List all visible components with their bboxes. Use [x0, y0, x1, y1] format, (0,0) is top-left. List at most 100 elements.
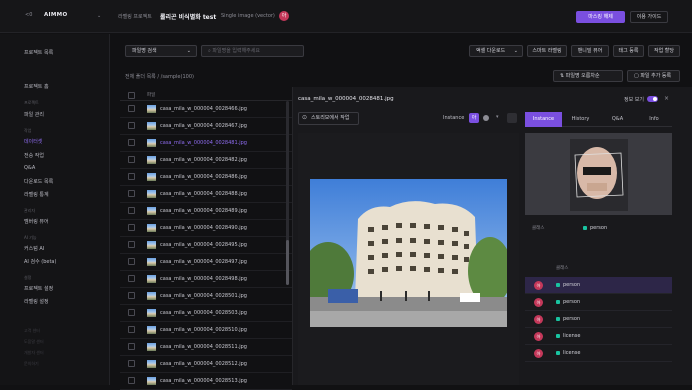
guide-button[interactable]: 이용 가이드 [630, 11, 668, 23]
folder-path[interactable]: 전체 폴더 목록 / /sample(100) [125, 73, 194, 80]
scene-image[interactable] [310, 179, 507, 327]
sidebar-item-tasks[interactable]: 전승 작업 [24, 152, 44, 159]
search-input[interactable]: ⌕ 파일명을 입력해주세요 [201, 45, 304, 57]
row-checkbox[interactable] [128, 360, 135, 367]
file-name[interactable]: casa_mila_w_000004_0028501.jpg [160, 293, 247, 299]
sidebar-item-custom-ai[interactable]: 커스텀 AI [24, 245, 44, 252]
row-checkbox[interactable] [128, 173, 135, 180]
scrollbar-thumb[interactable] [286, 240, 289, 285]
table-row[interactable]: casa_mila_w_000004_0028495.jpg [120, 237, 292, 254]
table-row[interactable]: casa_mila_w_000004_0028512.jpg [120, 356, 292, 373]
sidebar-item-ai-review[interactable]: AI 검수 (beta) [24, 258, 56, 265]
table-row[interactable]: casa_mila_w_000004_0028490.jpg [120, 220, 292, 237]
sidebar-item-qna[interactable]: Q&A [24, 165, 35, 171]
table-row[interactable]: casa_mila_w_000004_0028481.jpg [120, 135, 292, 152]
table-row[interactable]: casa_mila_w_000004_0028486.jpg [120, 169, 292, 186]
file-name[interactable]: casa_mila_w_000004_0028511.jpg [160, 344, 247, 350]
file-name[interactable]: casa_mila_w_000004_0028467.jpg [160, 123, 247, 129]
tab-qna[interactable]: Q&A [599, 112, 636, 127]
table-row[interactable]: casa_mila_w_000004_0028498.jpg [120, 271, 292, 288]
instance-mode-icon[interactable]: 아 [469, 113, 479, 123]
row-checkbox[interactable] [128, 309, 135, 316]
tab-history[interactable]: History [562, 112, 599, 127]
sidebar-item-support[interactable]: 고객 센터 [24, 328, 40, 334]
row-checkbox[interactable] [128, 156, 135, 163]
table-row[interactable]: casa_mila_w_000004_0028467.jpg [120, 118, 292, 135]
file-name[interactable]: casa_mila_w_000004_0028510.jpg [160, 327, 247, 333]
sidebar-item-help[interactable]: 도움말 센터 [24, 339, 44, 345]
search-mode-select[interactable]: 파일명 검색 ⌄ [125, 45, 197, 57]
excel-download-select[interactable]: 액셀 다운로드 ⌄ [469, 45, 523, 57]
row-checkbox[interactable] [128, 343, 135, 350]
sidebar-item-project-settings[interactable]: 프로젝트 설정 [24, 285, 53, 292]
row-checkbox[interactable] [128, 275, 135, 282]
row-checkbox[interactable] [128, 207, 135, 214]
row-checkbox[interactable] [128, 241, 135, 248]
sidebar-item-stats[interactable]: 라벨링 통계 [24, 191, 49, 198]
table-row[interactable]: casa_mila_w_000004_0028489.jpg [120, 203, 292, 220]
story-mode-button[interactable]: 스토리모에서 작업 [298, 112, 359, 125]
row-checkbox[interactable] [128, 377, 135, 384]
sidebar-item-project-list[interactable]: 프로젝트 목록 [24, 49, 53, 56]
chevron-down-icon[interactable]: ▾ [496, 114, 499, 120]
row-checkbox[interactable] [128, 224, 135, 231]
sidebar-item-project-home[interactable]: 프로젝트 홈 [24, 83, 49, 90]
file-name[interactable]: casa_mila_w_000004_0028513.jpg [160, 378, 247, 384]
table-row[interactable]: casa_mila_w_000004_0028503.jpg [120, 305, 292, 322]
row-checkbox[interactable] [128, 190, 135, 197]
sort-select[interactable]: ⇅ 파일명 오름차순 [553, 70, 623, 82]
file-name[interactable]: casa_mila_w_000004_0028498.jpg [160, 276, 247, 282]
chevron-down-icon[interactable]: ⌄ [97, 13, 101, 19]
list-item[interactable]: 아 license [525, 345, 672, 362]
table-row[interactable]: casa_mila_w_000004_0028482.jpg [120, 152, 292, 169]
list-item[interactable]: 아 person [525, 277, 672, 294]
sidebar-item-files[interactable]: 파일 관리 [24, 111, 44, 118]
sidebar-item-dataset[interactable]: 데이터셋 [24, 138, 42, 145]
file-name[interactable]: casa_mila_w_000004_0028481.jpg [160, 140, 247, 146]
tab-instance[interactable]: Instance [525, 112, 562, 127]
table-row[interactable]: casa_mila_w_000004_0028488.jpg [120, 186, 292, 203]
row-checkbox[interactable] [128, 258, 135, 265]
assign-task-button[interactable]: 작업 할당 [648, 45, 680, 57]
sidebar-item-labeling-settings[interactable]: 라벨링 설정 [24, 298, 49, 305]
row-checkbox[interactable] [128, 122, 135, 129]
table-row[interactable]: casa_mila_w_000004_0028466.jpg [120, 101, 292, 118]
close-icon[interactable]: × [664, 95, 669, 102]
row-checkbox[interactable] [128, 292, 135, 299]
table-row[interactable]: casa_mila_w_000004_0028501.jpg [120, 288, 292, 305]
info-toggle[interactable] [647, 96, 658, 102]
file-name[interactable]: casa_mila_w_000004_0028490.jpg [160, 225, 247, 231]
table-row[interactable]: casa_mila_w_000004_0028513.jpg [120, 373, 292, 390]
list-item[interactable]: 아 license [525, 328, 672, 345]
row-checkbox[interactable] [128, 105, 135, 112]
tab-info[interactable]: Info [636, 112, 672, 127]
sidebar-item-contact[interactable]: 문의하기 [24, 361, 39, 367]
tag-register-button[interactable]: 태그 등록 [613, 45, 644, 57]
logo-icon[interactable]: <0 [25, 12, 32, 18]
row-checkbox[interactable] [128, 139, 135, 146]
select-all-checkbox[interactable] [128, 92, 135, 99]
file-name[interactable]: casa_mila_w_000004_0028466.jpg [160, 106, 247, 112]
table-row[interactable]: casa_mila_w_000004_0028511.jpg [120, 339, 292, 356]
table-row[interactable]: casa_mila_w_000004_0028510.jpg [120, 322, 292, 339]
list-item[interactable]: 아 person [525, 311, 672, 328]
list-item[interactable]: 아 person [525, 294, 672, 311]
smart-labeling-button[interactable]: 스마트 라벨링 [527, 45, 567, 57]
row-checkbox[interactable] [128, 326, 135, 333]
file-name[interactable]: casa_mila_w_000004_0028512.jpg [160, 361, 247, 367]
add-file-button[interactable]: ▢ 파일 추가 등록 [627, 70, 680, 82]
breadcrumb-section[interactable]: 라벨링 프로젝트 [118, 13, 152, 20]
sidebar-item-dev[interactable]: 개발자 센터 [24, 350, 44, 356]
table-row[interactable]: casa_mila_w_000004_0028497.jpg [120, 254, 292, 271]
sidebar-item-member-viewer[interactable]: 멤버링 뷰어 [24, 218, 49, 225]
file-name[interactable]: casa_mila_w_000004_0028489.jpg [160, 208, 247, 214]
file-name[interactable]: casa_mila_w_000004_0028497.jpg [160, 259, 247, 265]
unmask-button[interactable]: 마스킹 해제 [576, 11, 625, 23]
sidebar-item-downloads[interactable]: 다운로드 목록 [24, 178, 53, 185]
file-name[interactable]: casa_mila_w_000004_0028503.jpg [160, 310, 247, 316]
file-name[interactable]: casa_mila_w_000004_0028486.jpg [160, 174, 247, 180]
file-name[interactable]: casa_mila_w_000004_0028495.jpg [160, 242, 247, 248]
color-dot-icon[interactable] [483, 115, 489, 121]
file-name[interactable]: casa_mila_w_000004_0028482.jpg [160, 157, 247, 163]
viewer-button[interactable]: 밴니빌 뷰어 [571, 45, 609, 57]
